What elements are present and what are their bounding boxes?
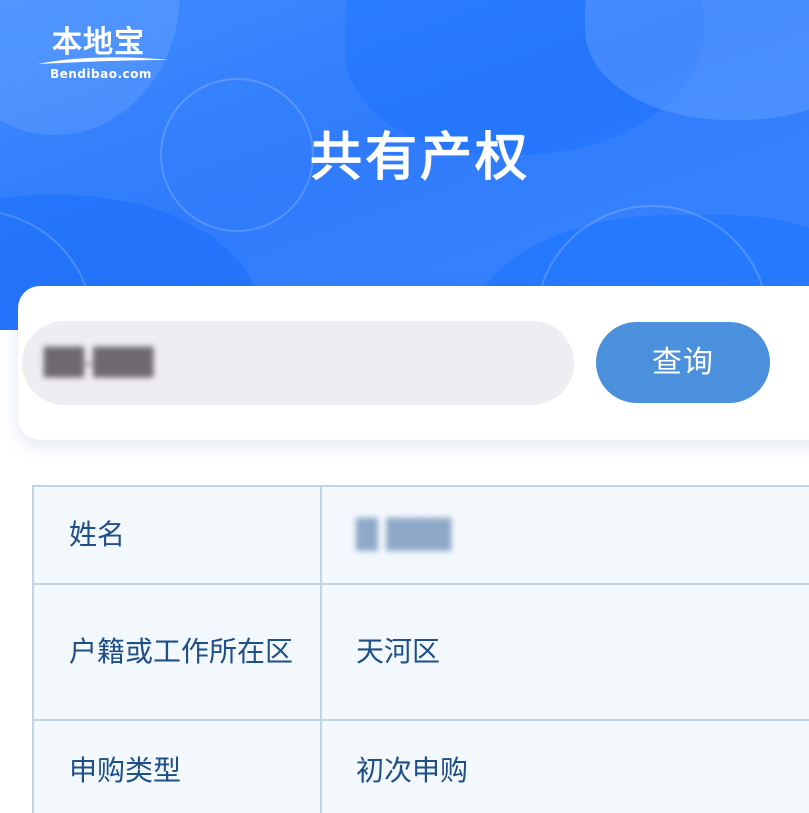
purchase-type-label: 申购类型 <box>32 719 322 813</box>
logo-subtext: Bendibao.com <box>50 67 152 81</box>
bendibao-logo[interactable]: 本地宝 Bendibao.com <box>36 26 172 84</box>
purchase-type-value: 初次申购 <box>320 719 809 813</box>
search-card: ██-███ 查询 <box>18 286 809 440</box>
search-input[interactable]: ██-███ <box>22 321 574 405</box>
name-label: 姓名 <box>32 485 322 585</box>
table-row: 户籍或工作所在区 天河区 <box>32 583 809 721</box>
header-banner: 本地宝 Bendibao.com 共有产权 <box>0 0 809 330</box>
table-row: 申购类型 初次申购 <box>32 719 809 813</box>
name-value-text: █ ███ <box>356 518 452 551</box>
result-table: 姓名 █ ███ 户籍或工作所在区 天河区 申购类型 初次申购 <box>32 485 809 813</box>
logo-swoosh-icon <box>38 57 170 64</box>
search-button[interactable]: 查询 <box>596 322 770 403</box>
page-title: 共有产权 <box>309 128 530 188</box>
search-input-value: ██-███ <box>44 348 154 378</box>
page: 本地宝 Bendibao.com 共有产权 ██-███ 查询 姓名 █ ███… <box>0 0 809 813</box>
table-row: 姓名 █ ███ <box>32 485 809 585</box>
name-value: █ ███ <box>320 485 809 585</box>
district-value: 天河区 <box>320 583 809 721</box>
district-label: 户籍或工作所在区 <box>32 583 322 721</box>
